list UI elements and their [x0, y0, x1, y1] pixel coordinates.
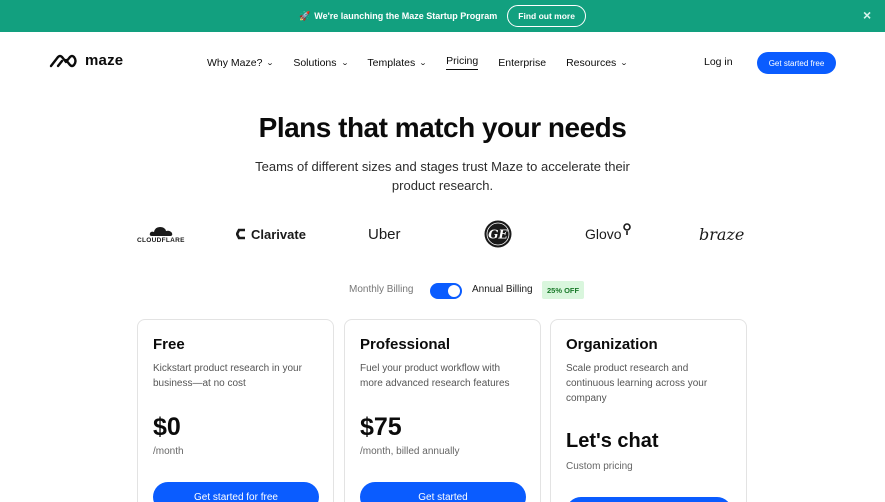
menu-label: Why Maze? — [207, 56, 263, 69]
plan-card-free: Free Kickstart product research in your … — [137, 319, 334, 502]
plan-description: Fuel your product workflow with more adv… — [360, 363, 510, 389]
main-menu: Why Maze? ⌄ Solutions ⌄ Templates ⌄ Pric… — [207, 55, 647, 70]
menu-label: Enterprise — [498, 56, 547, 69]
plan-name: Organization — [566, 336, 658, 353]
plan-price-note: Custom pricing — [566, 461, 633, 472]
braze-logo: braze — [699, 218, 744, 250]
cloudflare-text: CLOUDFLARE — [137, 236, 185, 244]
get-started-button[interactable]: Get started — [360, 482, 526, 502]
chevron-down-icon: ⌄ — [266, 59, 275, 67]
find-out-more-button[interactable]: Find out more — [507, 5, 586, 27]
get-started-free-button[interactable]: Get started free — [757, 52, 836, 74]
plan-price-note: /month — [153, 446, 184, 457]
glovo-logo: Glovo — [585, 218, 631, 250]
clarivate-logo: Clarivate — [236, 218, 306, 250]
monthly-billing-label[interactable]: Monthly Billing — [349, 284, 413, 295]
menu-label: Pricing — [446, 55, 479, 70]
plan-description: Scale product research and continuous le… — [566, 363, 708, 404]
menu-label: Resources — [566, 56, 617, 69]
page-title: Plans that match your needs — [258, 112, 627, 143]
plan-price: Let's chat — [566, 430, 659, 452]
plan-card-professional: Professional Fuel your product workflow … — [344, 319, 541, 502]
menu-label: Templates — [367, 56, 416, 69]
maze-logo-icon — [49, 54, 77, 67]
menu-item-enterprise[interactable]: Enterprise — [498, 55, 546, 70]
login-link[interactable]: Log in — [704, 56, 733, 68]
cloud-icon — [149, 226, 173, 236]
glovo-pin-icon — [622, 223, 631, 235]
uber-logo: Uber — [368, 218, 401, 250]
toggle-knob — [448, 285, 460, 297]
ge-monogram-icon: GE — [484, 220, 512, 248]
rocket-icon: 🚀 — [299, 10, 311, 21]
ge-text: GE — [488, 228, 508, 242]
menu-item-solutions[interactable]: Solutions ⌄ — [293, 55, 349, 70]
menu-item-why-maze[interactable]: Why Maze? ⌄ — [207, 55, 275, 70]
menu-item-pricing[interactable]: Pricing — [446, 55, 479, 70]
billing-toggle[interactable] — [430, 283, 462, 299]
discount-badge: 25% OFF — [542, 281, 585, 299]
cloudflare-logo: CLOUDFLARE — [137, 218, 185, 250]
uber-text: Uber — [368, 225, 401, 243]
plan-name: Free — [153, 336, 185, 353]
customer-logos: CLOUDFLARE Clarivate Uber GE Glovo braze — [0, 218, 885, 250]
chevron-down-icon: ⌄ — [419, 59, 428, 67]
get-started-for-free-button[interactable]: Get started for free — [153, 482, 319, 502]
menu-item-templates[interactable]: Templates ⌄ — [367, 55, 428, 70]
page-subtitle: Teams of different sizes and stages trus… — [255, 159, 630, 193]
annual-billing-label[interactable]: Annual Billing — [472, 284, 533, 295]
braze-text: braze — [699, 224, 745, 244]
menu-item-resources[interactable]: Resources ⌄ — [566, 55, 629, 70]
glovo-text: Glovo — [585, 226, 622, 242]
announcement-text: We're launching the Maze Startup Program — [314, 11, 498, 21]
plan-description: Kickstart product research in your busin… — [153, 363, 302, 389]
close-icon[interactable]: × — [863, 8, 875, 22]
brand-name: maze — [85, 52, 124, 69]
plan-price: $75 — [360, 413, 402, 441]
announcement-bar: 🚀 We're launching the Maze Startup Progr… — [0, 0, 885, 32]
menu-label: Solutions — [293, 56, 337, 69]
plan-price: $0 — [153, 413, 181, 441]
billing-toggle-row: Monthly Billing Annual Billing 25% OFF — [0, 281, 885, 301]
clarivate-mark-icon — [236, 228, 245, 240]
plan-card-organization: Organization Scale product research and … — [550, 319, 747, 502]
contact-sales-button[interactable] — [566, 497, 732, 502]
plan-name: Professional — [360, 336, 451, 353]
clarivate-text: Clarivate — [251, 226, 306, 242]
chevron-down-icon: ⌄ — [340, 59, 349, 67]
plan-price-note: /month, billed annually — [360, 446, 460, 457]
maze-logo[interactable]: maze — [49, 52, 123, 69]
ge-logo: GE — [484, 218, 512, 250]
chevron-down-icon: ⌄ — [620, 59, 629, 67]
